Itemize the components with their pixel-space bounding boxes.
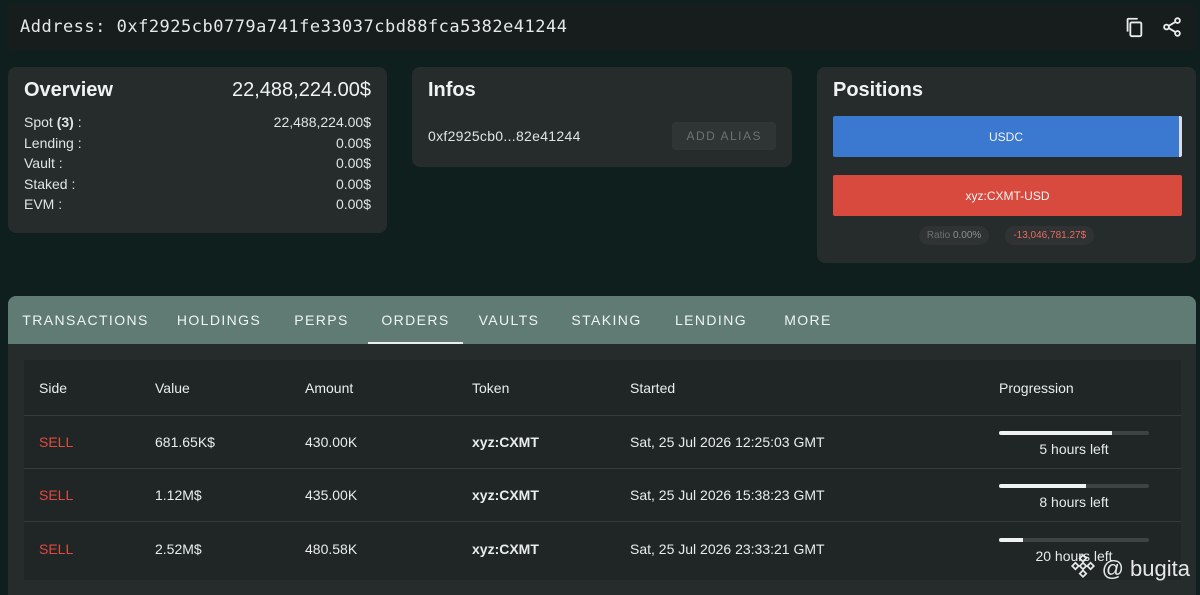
column-header[interactable]: Progression bbox=[999, 380, 1181, 396]
tab-staking[interactable]: STAKING bbox=[555, 296, 658, 344]
column-header[interactable]: Started bbox=[630, 380, 999, 396]
overview-row-lending: Lending : 0.00$ bbox=[24, 135, 371, 156]
tab-orders[interactable]: ORDERS bbox=[368, 296, 463, 344]
activity-panel: TRANSACTIONS HOLDINGS PERPS ORDERS VAULT… bbox=[8, 296, 1196, 595]
position-bar-usdc[interactable]: USDC bbox=[833, 116, 1182, 157]
token-cell[interactable]: xyz:CXMT bbox=[472, 434, 630, 450]
add-alias-button[interactable]: ADD ALIAS bbox=[672, 122, 776, 150]
overview-title: Overview bbox=[24, 79, 113, 101]
overview-row-label: Staked : bbox=[24, 175, 76, 192]
overview-row-value: 22,488,224.00$ bbox=[273, 114, 371, 130]
tab-holdings[interactable]: HOLDINGS bbox=[163, 296, 275, 344]
table-header: Side Value Amount Token Started Progress… bbox=[24, 360, 1181, 416]
share-icon[interactable] bbox=[1160, 15, 1184, 39]
overview-row-staked: Staked : 0.00$ bbox=[24, 176, 371, 197]
overview-total: 22,488,224.00$ bbox=[231, 79, 371, 101]
overview-row-evm: EVM : 0.00$ bbox=[24, 196, 371, 217]
progress-bar bbox=[999, 537, 1149, 542]
tab-lending[interactable]: LENDING bbox=[658, 296, 764, 344]
side-cell: SELL bbox=[39, 540, 74, 557]
column-header[interactable]: Value bbox=[155, 380, 305, 396]
column-header[interactable]: Amount bbox=[305, 380, 472, 396]
overview-row-label: EVM : bbox=[24, 196, 63, 212]
overview-row-spot: Spot (3) : 22,488,224.00$ bbox=[24, 114, 371, 135]
value-cell: 1.12M$ bbox=[155, 487, 202, 503]
column-header[interactable]: Token bbox=[472, 380, 630, 396]
started-cell: Sat, 25 Jul 2026 12:25:03 GMT bbox=[630, 434, 825, 450]
infos-card: Infos 0xf2925cb0...82e41244 ADD ALIAS bbox=[412, 67, 792, 167]
orders-table: Side Value Amount Token Started Progress… bbox=[24, 360, 1181, 580]
overview-row-vault: Vault : 0.00$ bbox=[24, 155, 371, 176]
progression-cell: 5 hours left bbox=[999, 427, 1149, 457]
tab-bar: TRANSACTIONS HOLDINGS PERPS ORDERS VAULT… bbox=[8, 296, 1196, 344]
positions-card: Positions USDC xyz:CXMT-USD Ratio 0.00% … bbox=[817, 67, 1196, 263]
tab-vaults[interactable]: VAULTS bbox=[463, 296, 555, 344]
tab-transactions[interactable]: TRANSACTIONS bbox=[8, 296, 163, 344]
value-cell: 2.52M$ bbox=[155, 540, 202, 557]
infos-title: Infos bbox=[428, 79, 476, 101]
overview-row-value: 0.00$ bbox=[335, 155, 371, 171]
amount-cell: 430.00K bbox=[305, 434, 358, 450]
amount-cell: 480.58K bbox=[305, 540, 358, 557]
progress-bar bbox=[999, 431, 1149, 435]
overview-row-value: 0.00$ bbox=[335, 134, 371, 151]
binance-logo-icon bbox=[1070, 553, 1096, 585]
ratio-badge: Ratio 0.00% bbox=[918, 226, 990, 245]
started-cell: Sat, 25 Jul 2026 23:33:21 GMT bbox=[630, 540, 825, 557]
table-row[interactable]: SELL 2.52M$ 480.58K xyz:CXMT Sat, 25 Jul… bbox=[24, 522, 1181, 575]
value-cell: 681.65K$ bbox=[155, 434, 215, 450]
overview-row-label: Spot (3) : bbox=[24, 114, 82, 130]
overview-row-value: 0.00$ bbox=[335, 175, 371, 192]
time-left: 8 hours left bbox=[1039, 494, 1109, 510]
watermark: @ bugita bbox=[1070, 553, 1190, 585]
short-address: 0xf2925cb0...82e41244 bbox=[428, 128, 581, 144]
wallet-address: Address: 0xf2925cb0779a741fe33037cbd88fc… bbox=[20, 17, 568, 37]
tab-perps[interactable]: PERPS bbox=[275, 296, 368, 344]
overview-row-value: 0.00$ bbox=[335, 196, 371, 212]
side-cell: SELL bbox=[39, 487, 74, 503]
time-left: 5 hours left bbox=[1039, 441, 1109, 457]
watermark-text: @ bugita bbox=[1101, 556, 1190, 581]
overview-row-label: Vault : bbox=[24, 155, 63, 171]
tab-more[interactable]: MORE bbox=[764, 296, 852, 344]
progress-bar bbox=[999, 484, 1149, 488]
table-row[interactable]: SELL 1.12M$ 435.00K xyz:CXMT Sat, 25 Jul… bbox=[24, 469, 1181, 522]
started-cell: Sat, 25 Jul 2026 15:38:23 GMT bbox=[630, 487, 825, 503]
column-header[interactable]: Side bbox=[24, 380, 155, 396]
copy-icon[interactable] bbox=[1122, 15, 1146, 39]
token-cell[interactable]: xyz:CXMT bbox=[472, 541, 630, 557]
address-actions bbox=[1122, 15, 1184, 39]
side-cell: SELL bbox=[39, 434, 74, 450]
position-bar-cxmt[interactable]: xyz:CXMT-USD bbox=[833, 175, 1182, 216]
positions-title: Positions bbox=[833, 79, 924, 101]
overview-row-label: Lending : bbox=[24, 134, 82, 151]
amount-cell: 435.00K bbox=[305, 487, 358, 503]
table-row[interactable]: SELL 681.65K$ 430.00K xyz:CXMT Sat, 25 J… bbox=[24, 416, 1181, 469]
address-bar: Address: 0xf2925cb0779a741fe33037cbd88fc… bbox=[8, 4, 1196, 50]
pnl-badge: -13,046,781.27$ bbox=[1005, 226, 1095, 245]
token-cell[interactable]: xyz:CXMT bbox=[472, 487, 630, 503]
progression-cell: 8 hours left bbox=[999, 480, 1149, 510]
overview-card: Overview 22,488,224.00$ Spot (3) : 22,48… bbox=[8, 67, 387, 233]
